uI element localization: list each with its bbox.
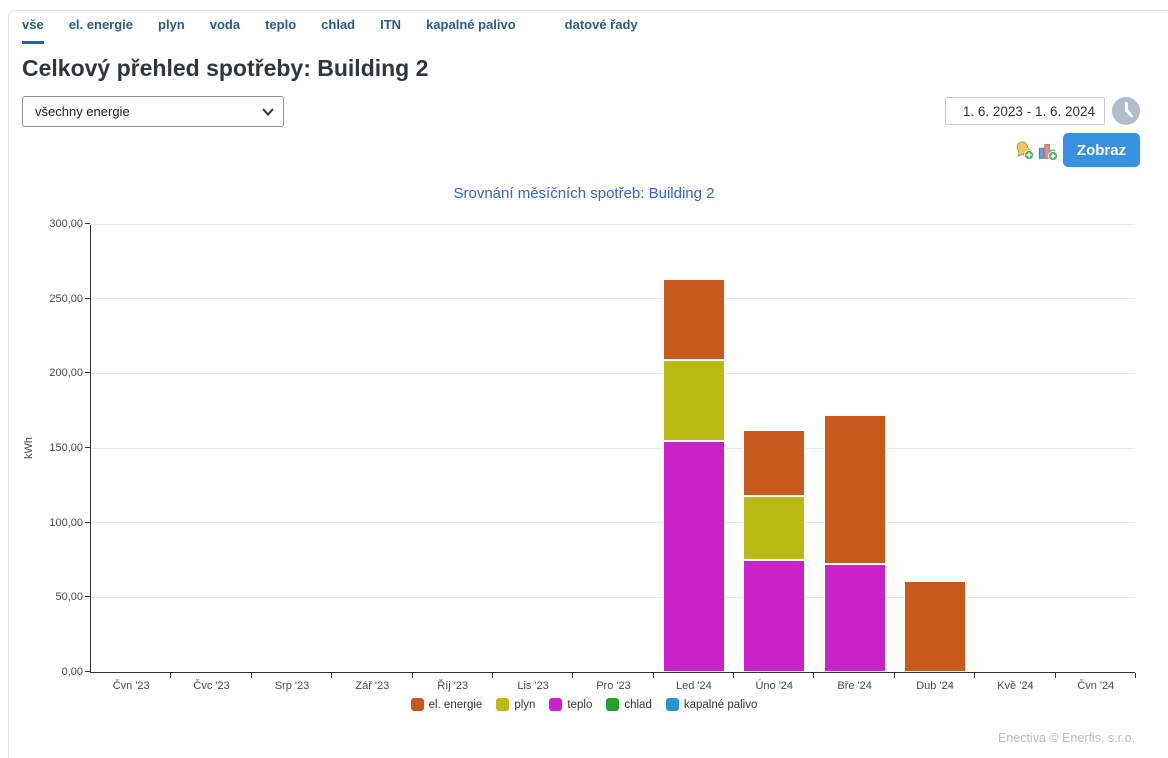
tab-el-energie[interactable]: el. energie — [69, 17, 133, 41]
x-tick — [733, 673, 734, 678]
x-tick — [331, 673, 332, 678]
legend-swatch — [666, 698, 679, 711]
x-tick-label: Dub '24 — [895, 680, 975, 692]
legend-label: kapalné palivo — [684, 699, 758, 711]
consumption-chart: Srovnání měsíčních spotřeb: Building 2 k… — [20, 180, 1148, 725]
date-range-input[interactable] — [945, 97, 1105, 125]
legend-swatch — [606, 698, 619, 711]
gridline — [91, 522, 1135, 523]
y-tick — [85, 447, 90, 448]
bar-segment-teplo[interactable] — [824, 564, 886, 672]
x-tick-label: Úno '24 — [734, 680, 814, 692]
x-tick-label: Srp '23 — [252, 680, 332, 692]
tab-bar: vše el. energie plyn voda teplo chlad ITN kapal… — [22, 16, 663, 44]
tab-vse[interactable]: vše — [22, 17, 44, 44]
legend-item-teplo[interactable]: teplo — [549, 698, 592, 711]
add-alert-bell-icon[interactable] — [1013, 139, 1035, 161]
legend-label: plyn — [514, 699, 535, 711]
bar-segment-el-energie[interactable] — [824, 415, 886, 564]
legend-item-kapalne-palivo[interactable]: kapalné palivo — [666, 698, 758, 711]
chart-legend: el. energie plyn teplo chlad kapalné palivo — [20, 698, 1148, 716]
y-tick — [85, 671, 90, 672]
x-tick-label: Kvě '24 — [975, 680, 1055, 692]
x-tick-label: Zář '23 — [332, 680, 412, 692]
x-tick-label: Pro '23 — [573, 680, 653, 692]
y-tick — [85, 298, 90, 299]
x-tick — [251, 673, 252, 678]
y-tick — [85, 522, 90, 523]
x-tick — [412, 673, 413, 678]
bar-segment-teplo[interactable] — [663, 441, 725, 672]
legend-label: teplo — [567, 699, 592, 711]
plot-area: 0,0050,00100,00150,00200,00250,00300,00Č… — [90, 225, 1135, 673]
x-tick-label: Říj '23 — [413, 680, 493, 692]
x-tick-label: Led '24 — [654, 680, 734, 692]
x-tick — [974, 673, 975, 678]
clock-icon[interactable] — [1112, 97, 1140, 125]
x-tick-label: Čvn '24 — [1056, 680, 1136, 692]
bar-segment-plyn[interactable] — [663, 360, 725, 441]
x-tick — [170, 673, 171, 678]
y-tick-label: 300,00 — [21, 218, 83, 230]
tab-itn[interactable]: ITN — [380, 17, 401, 41]
x-tick-label: Čvn '23 — [91, 680, 171, 692]
y-tick — [85, 372, 90, 373]
tab-teplo[interactable]: teplo — [265, 17, 296, 41]
y-tick-label: 150,00 — [21, 442, 83, 454]
x-tick-label: Lis '23 — [493, 680, 573, 692]
x-tick — [894, 673, 895, 678]
chart-title: Srovnání měsíčních spotřeb: Building 2 — [20, 185, 1148, 202]
footer-credit: Enectiva © Enerfis, s.r.o. — [998, 731, 1135, 745]
x-tick-label: Bře '24 — [814, 680, 894, 692]
y-tick-label: 100,00 — [21, 517, 83, 529]
bar-segment-plyn[interactable] — [743, 496, 805, 560]
tab-voda[interactable]: voda — [210, 17, 240, 41]
clock-hour-hand — [1125, 109, 1133, 118]
tab-kapalne-palivo[interactable]: kapalné palivo — [426, 17, 516, 41]
bar-segment-el-energie[interactable] — [904, 581, 966, 672]
gridline — [91, 373, 1135, 374]
show-button[interactable]: Zobraz — [1063, 133, 1140, 167]
energy-type-select-wrap: všechny energie — [22, 96, 284, 127]
tab-chlad[interactable]: chlad — [321, 17, 355, 41]
gridline — [91, 448, 1135, 449]
x-tick — [813, 673, 814, 678]
tab-datove-rady[interactable]: datové řady — [565, 17, 638, 41]
energy-type-select[interactable]: všechny energie — [22, 96, 284, 127]
y-tick-label: 200,00 — [21, 367, 83, 379]
bar-segment-el-energie[interactable] — [743, 430, 805, 496]
tab-plyn[interactable]: plyn — [158, 17, 185, 41]
gridline — [91, 224, 1135, 225]
page-title: Celkový přehled spotřeby: Building 2 — [22, 55, 428, 82]
gridline — [91, 298, 1135, 299]
bar-segment-el-energie[interactable] — [663, 279, 725, 360]
y-tick-label: 250,00 — [21, 293, 83, 305]
add-chart-icon[interactable] — [1037, 140, 1059, 162]
legend-item-el-energie[interactable]: el. energie — [411, 698, 483, 711]
y-tick-label: 50,00 — [21, 591, 83, 603]
y-tick-label: 0,00 — [21, 666, 83, 678]
x-tick — [492, 673, 493, 678]
legend-label: chlad — [624, 699, 652, 711]
gridline — [91, 597, 1135, 598]
legend-swatch — [549, 698, 562, 711]
legend-swatch — [411, 698, 424, 711]
bar-segment-teplo[interactable] — [743, 560, 805, 672]
y-tick — [85, 596, 90, 597]
y-tick — [85, 223, 90, 224]
legend-item-plyn[interactable]: plyn — [496, 698, 535, 711]
x-tick — [653, 673, 654, 678]
x-tick — [572, 673, 573, 678]
x-tick — [1135, 673, 1136, 678]
x-tick — [1055, 673, 1056, 678]
legend-label: el. energie — [429, 699, 483, 711]
x-tick-label: Čvc '23 — [171, 680, 251, 692]
legend-swatch — [496, 698, 509, 711]
legend-item-chlad[interactable]: chlad — [606, 698, 652, 711]
